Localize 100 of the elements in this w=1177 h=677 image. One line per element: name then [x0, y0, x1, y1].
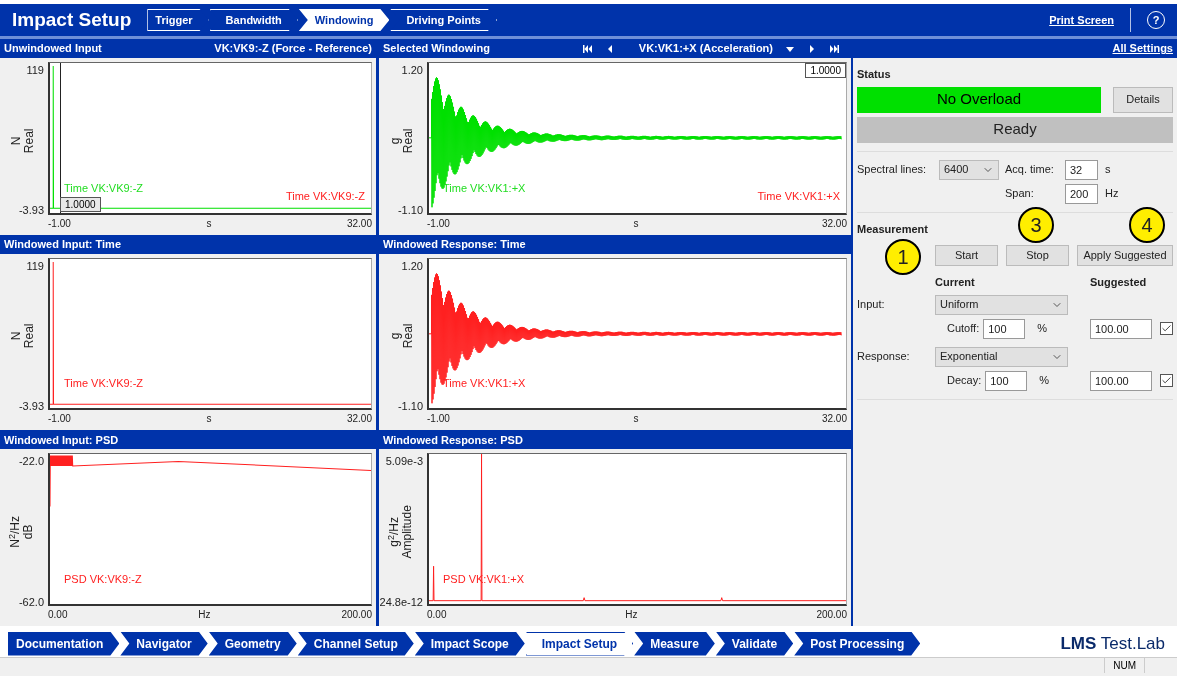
workflow-tab[interactable]: Measure — [634, 631, 715, 656]
y-min-label: -3.93 — [18, 203, 44, 219]
y-unit-label: N — [8, 331, 23, 341]
x-max-label: 200.00 — [816, 610, 847, 622]
measurement-button[interactable]: Stop — [1006, 245, 1069, 266]
trace-label: Time VK:VK1:+X — [443, 181, 526, 195]
all-settings-link[interactable]: All Settings — [1112, 40, 1173, 57]
y-unit-label: N — [8, 136, 23, 145]
y-max-label: -22.0 — [18, 454, 44, 470]
dropdown-icon[interactable] — [785, 44, 795, 53]
workflow-tab[interactable]: Post Processing — [794, 631, 921, 656]
callout-marker: 4 — [1129, 207, 1165, 243]
y-max-label: 119 — [26, 258, 44, 274]
measurement-button[interactable]: Apply Suggested — [1077, 245, 1173, 266]
step-tab[interactable]: Trigger — [147, 9, 209, 31]
suggested-value-field[interactable]: 100.00 — [1090, 318, 1152, 339]
trace-label: Time VK:VK1:+X — [757, 189, 840, 203]
workflow-tab[interactable]: Impact Scope — [414, 631, 525, 656]
y-quantity-label: Real — [22, 128, 36, 153]
spectral-lines-select[interactable]: 6400 — [939, 159, 999, 180]
window-param-label: Cutoff: — [947, 321, 980, 337]
product-logo: LMS Test.Lab — [1060, 632, 1165, 655]
details-button[interactable]: Details — [1113, 86, 1173, 113]
step-tab[interactable]: Windowing — [298, 9, 390, 31]
y-quantity-label: Amplitude — [401, 505, 415, 559]
y-min-label: -1.10 — [397, 398, 423, 414]
apply-checkbox[interactable] — [1160, 322, 1173, 335]
span-field[interactable]: 200 — [1065, 183, 1098, 204]
x-max-label: 200.00 — [341, 610, 372, 622]
channel-selector[interactable]: VK:VK1:+X (Acceleration) — [638, 40, 773, 57]
x-unit-label: s — [206, 218, 212, 231]
x-min-label: -1.00 — [48, 218, 71, 231]
window-type-select[interactable]: Exponential — [935, 346, 1068, 367]
panel-title: Windowed Input: PSD — [4, 432, 119, 448]
overload-indicator: No Overload — [857, 86, 1101, 113]
panel-title: Windowed Response: PSD — [383, 432, 523, 448]
measurement-heading: Measurement — [857, 221, 928, 237]
next-icon[interactable] — [807, 44, 817, 53]
y-max-label: 1.20 — [401, 258, 423, 274]
span-unit: Hz — [1105, 186, 1120, 202]
acq-time-field[interactable]: 32 — [1065, 159, 1098, 180]
first-icon[interactable] — [582, 44, 593, 53]
x-min-label: 0.00 — [427, 610, 447, 622]
panel-title: Selected Windowing — [383, 41, 490, 57]
last-icon[interactable] — [829, 44, 839, 53]
window-param-field[interactable]: 100 — [985, 370, 1028, 391]
x-min-label: -1.00 — [48, 414, 71, 427]
step-tab[interactable]: Driving Points — [390, 9, 497, 31]
y-quantity-label: Real — [401, 323, 415, 349]
suggested-heading: Suggested — [1090, 275, 1147, 290]
status-indicator: NUM — [1104, 658, 1145, 673]
workflow-tab[interactable]: Geometry — [208, 631, 297, 656]
x-unit-label: Hz — [198, 610, 211, 622]
window-param-unit: % — [1039, 373, 1050, 389]
window-param-field[interactable]: 100 — [983, 318, 1026, 339]
window-param-unit: % — [1037, 321, 1047, 337]
span-label: Span: — [1005, 186, 1035, 202]
panel-title: Windowed Input: Time — [4, 236, 122, 252]
y-min-label: -1.10 — [397, 203, 423, 219]
window-row-label: Input: — [857, 297, 886, 313]
workflow-tab[interactable]: Navigator — [120, 631, 208, 656]
x-min-label: -1.00 — [427, 218, 450, 231]
callout-marker: 3 — [1018, 207, 1054, 243]
trace-label: Time VK:VK9:-Z — [64, 377, 144, 391]
x-unit-label: s — [633, 218, 639, 231]
y-min-label: -3.93 — [18, 398, 44, 414]
y-unit-label: g — [387, 332, 402, 340]
acq-time-unit: s — [1105, 162, 1112, 178]
y-max-label: 119 — [26, 63, 44, 78]
step-tab[interactable]: Bandwidth — [209, 9, 298, 31]
apply-checkbox[interactable] — [1160, 374, 1173, 387]
print-screen-link[interactable]: Print Screen — [1049, 11, 1114, 29]
y-unit-label: g — [387, 137, 402, 144]
suggested-value-field[interactable]: 100.00 — [1090, 370, 1152, 391]
workflow-tab[interactable]: Documentation — [8, 631, 120, 656]
acq-time-label: Acq. time: — [1005, 162, 1055, 178]
window-type-select[interactable]: Uniform — [935, 294, 1068, 315]
x-max-label: 32.00 — [346, 218, 372, 231]
x-max-label: 32.00 — [821, 218, 847, 231]
measurement-button[interactable]: Start — [935, 245, 998, 266]
callout-marker: 1 — [885, 239, 921, 275]
cursor-value: 1.0000 — [60, 196, 101, 212]
y-min-label: -62.0 — [18, 594, 44, 610]
trace-label: PSD VK:VK9:-Z — [64, 573, 142, 586]
status-heading: Status — [857, 67, 892, 82]
ready-bar: Ready — [857, 116, 1173, 143]
workflow-tab[interactable]: Validate — [715, 631, 794, 656]
workflow-tab[interactable]: Channel Setup — [297, 631, 414, 656]
panel-title: Unwindowed Input — [4, 41, 102, 57]
spectral-lines-label: Spectral lines: — [857, 162, 928, 178]
y-quantity-label: dB — [22, 524, 36, 539]
cursor-value: 1.0000 — [805, 63, 846, 78]
y-min-label: 24.8e-12 — [379, 594, 423, 610]
x-max-label: 32.00 — [346, 414, 372, 427]
trace-label: Time VK:VK9:-Z — [285, 189, 365, 203]
window-param-label: Decay: — [947, 373, 982, 389]
window-row-label: Response: — [857, 349, 911, 365]
workflow-tab[interactable]: Impact Setup — [525, 631, 634, 656]
y-quantity-label: Real — [22, 323, 36, 349]
current-heading: Current — [935, 275, 976, 290]
